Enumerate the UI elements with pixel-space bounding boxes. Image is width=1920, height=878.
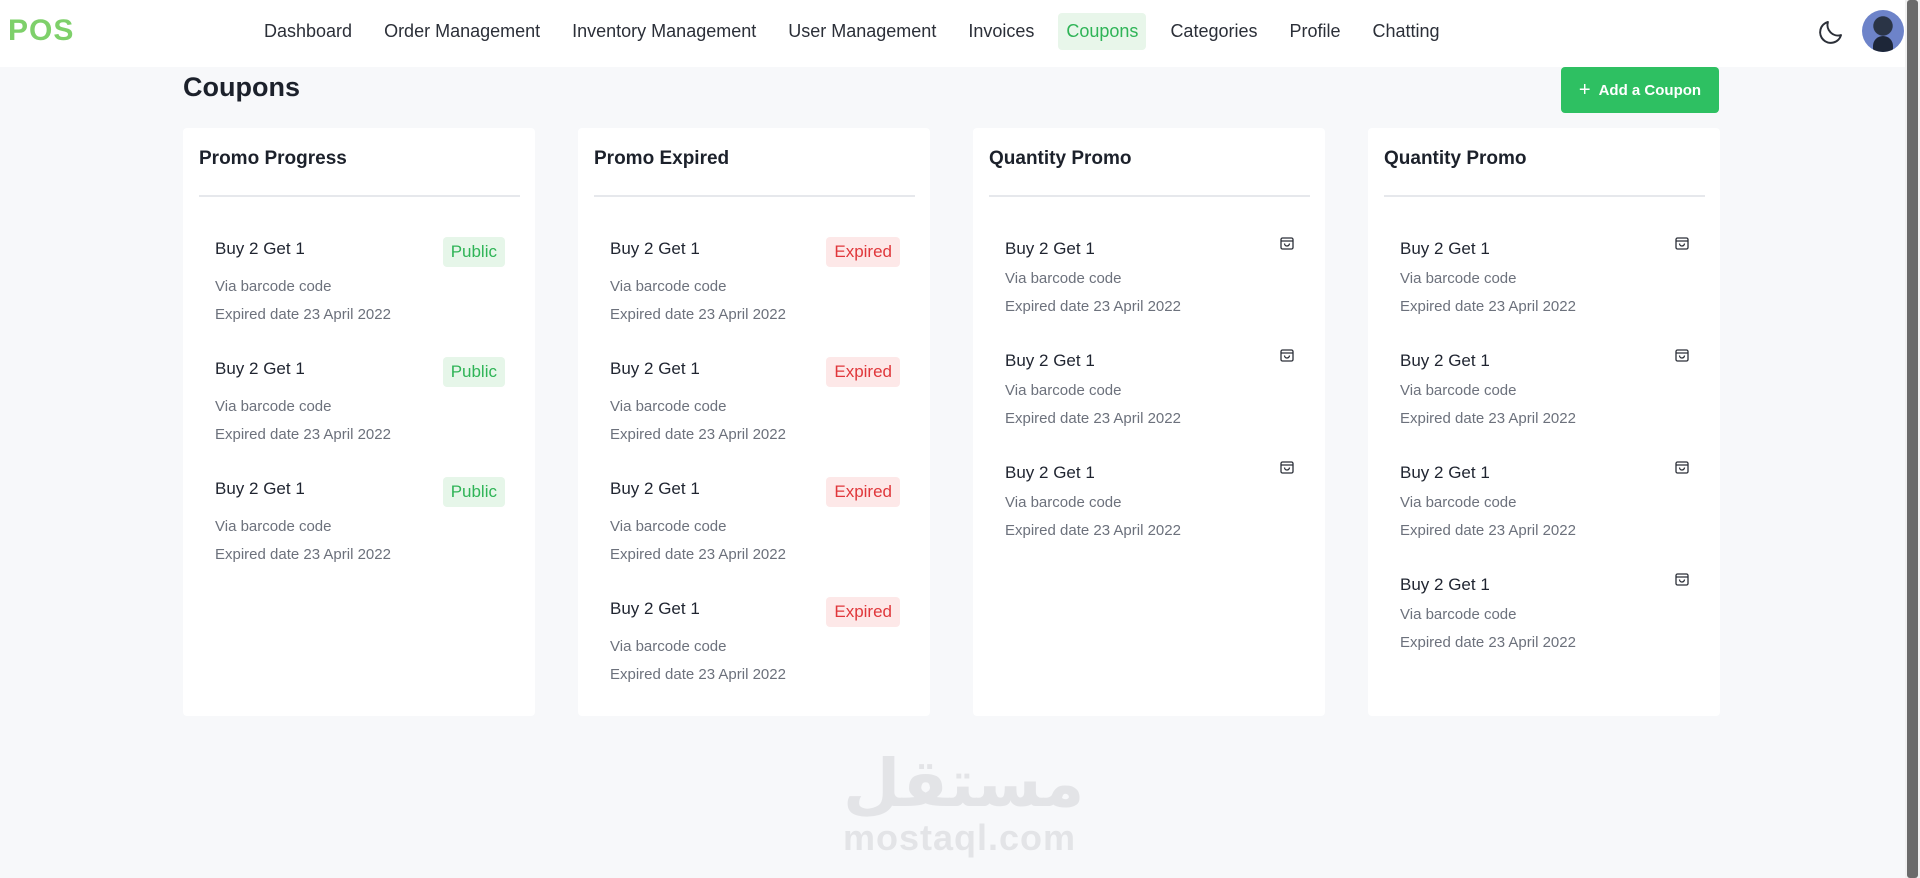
scrollbar-thumb[interactable] <box>1907 0 1918 878</box>
divider <box>199 195 520 197</box>
status-badge: Expired <box>826 237 900 267</box>
nav-item-inventory-management[interactable]: Inventory Management <box>564 13 764 50</box>
coupon-method: Via barcode code <box>610 398 727 415</box>
coupon-expiry: Expired date 23 April 2022 <box>1005 298 1181 315</box>
coupon-method: Via barcode code <box>1005 494 1122 511</box>
coupon-method: Via barcode code <box>215 278 332 295</box>
coupon-expiry: Expired date 23 April 2022 <box>610 546 786 563</box>
coupon-card-quantity-promo: Quantity Promo Buy 2 Get 1 Via barcode c… <box>973 128 1325 716</box>
page-title: Coupons <box>183 72 300 102</box>
shopping-bag-icon[interactable] <box>1279 459 1295 475</box>
coupon-method: Via barcode code <box>215 518 332 535</box>
coupon-card-promo-expired: Promo Expired Buy 2 Get 1 Expired Via ba… <box>578 128 930 716</box>
nav-item-categories[interactable]: Categories <box>1162 13 1265 50</box>
shopping-bag-icon[interactable] <box>1674 571 1690 587</box>
coupon-method: Via barcode code <box>1400 382 1517 399</box>
coupon-expiry: Expired date 23 April 2022 <box>610 426 786 443</box>
coupon-method: Via barcode code <box>610 278 727 295</box>
coupon-card-quantity-promo-2: Quantity Promo Buy 2 Get 1 Via barcode c… <box>1368 128 1720 716</box>
coupon-name: Buy 2 Get 1 <box>1005 239 1095 258</box>
main-nav: Dashboard Order Management Inventory Man… <box>256 13 1464 50</box>
coupon-expiry: Expired date 23 April 2022 <box>1400 410 1576 427</box>
card-title: Promo Progress <box>199 148 347 169</box>
coupon-name: Buy 2 Get 1 <box>610 239 700 258</box>
plus-icon: + <box>1578 79 1591 101</box>
coupon-expiry: Expired date 23 April 2022 <box>215 546 391 563</box>
nav-item-coupons[interactable]: Coupons <box>1058 13 1147 50</box>
moon-icon[interactable] <box>1816 17 1846 47</box>
coupon-method: Via barcode code <box>215 398 332 415</box>
coupon-expiry: Expired date 23 April 2022 <box>215 306 391 323</box>
coupon-name: Buy 2 Get 1 <box>610 359 700 378</box>
coupon-method: Via barcode code <box>1400 270 1517 287</box>
page-scrollbar[interactable] <box>1905 0 1920 878</box>
coupon-method: Via barcode code <box>1005 270 1122 287</box>
coupon-method: Via barcode code <box>1400 494 1517 511</box>
nav-item-chatting[interactable]: Chatting <box>1365 13 1448 50</box>
coupon-name: Buy 2 Get 1 <box>1400 575 1490 594</box>
nav-item-dashboard[interactable]: Dashboard <box>256 13 360 50</box>
shopping-bag-icon[interactable] <box>1674 235 1690 251</box>
coupon-name: Buy 2 Get 1 <box>1400 239 1490 258</box>
coupon-name: Buy 2 Get 1 <box>1400 351 1490 370</box>
shopping-bag-icon[interactable] <box>1279 235 1295 251</box>
status-badge: Public <box>442 237 505 267</box>
add-coupon-label: Add a Coupon <box>1598 81 1702 99</box>
coupon-method: Via barcode code <box>610 518 727 535</box>
coupon-method: Via barcode code <box>1005 382 1122 399</box>
coupon-name: Buy 2 Get 1 <box>610 599 700 618</box>
coupon-card-promo-progress: Promo Progress Buy 2 Get 1 Public Via ba… <box>183 128 535 716</box>
status-badge: Expired <box>826 477 900 507</box>
coupon-expiry: Expired date 23 April 2022 <box>1005 522 1181 539</box>
status-badge: Expired <box>826 597 900 627</box>
coupon-name: Buy 2 Get 1 <box>215 479 305 498</box>
watermark-arabic: مستقل <box>843 745 1085 822</box>
coupon-name: Buy 2 Get 1 <box>215 359 305 378</box>
coupon-name: Buy 2 Get 1 <box>215 239 305 258</box>
nav-item-user-management[interactable]: User Management <box>780 13 944 50</box>
shopping-bag-icon[interactable] <box>1674 459 1690 475</box>
status-badge: Public <box>442 357 505 387</box>
coupon-expiry: Expired date 23 April 2022 <box>215 426 391 443</box>
user-avatar[interactable] <box>1862 10 1904 52</box>
watermark: مستقل mostaql.com <box>843 745 1085 858</box>
shopping-bag-icon[interactable] <box>1674 347 1690 363</box>
card-title: Quantity Promo <box>989 148 1132 169</box>
coupon-name: Buy 2 Get 1 <box>610 479 700 498</box>
shopping-bag-icon[interactable] <box>1279 347 1295 363</box>
card-title: Quantity Promo <box>1384 148 1527 169</box>
divider <box>989 195 1310 197</box>
coupon-expiry: Expired date 23 April 2022 <box>1005 410 1181 427</box>
nav-item-profile[interactable]: Profile <box>1281 13 1348 50</box>
status-badge: Public <box>442 477 505 507</box>
coupon-name: Buy 2 Get 1 <box>1005 351 1095 370</box>
top-navbar: POS Dashboard Order Management Inventory… <box>0 0 1905 67</box>
coupon-method: Via barcode code <box>1400 606 1517 623</box>
nav-item-invoices[interactable]: Invoices <box>960 13 1042 50</box>
watermark-latin: mostaql.com <box>843 817 1077 858</box>
nav-item-order-management[interactable]: Order Management <box>376 13 548 50</box>
coupon-expiry: Expired date 23 April 2022 <box>1400 522 1576 539</box>
coupon-name: Buy 2 Get 1 <box>1400 463 1490 482</box>
coupon-expiry: Expired date 23 April 2022 <box>610 666 786 683</box>
card-title: Promo Expired <box>594 148 730 169</box>
divider <box>1384 195 1705 197</box>
coupon-name: Buy 2 Get 1 <box>1005 463 1095 482</box>
coupon-expiry: Expired date 23 April 2022 <box>1400 298 1576 315</box>
coupon-expiry: Expired date 23 April 2022 <box>1400 634 1576 651</box>
coupon-method: Via barcode code <box>610 638 727 655</box>
status-badge: Expired <box>826 357 900 387</box>
app-logo[interactable]: POS <box>8 14 74 48</box>
add-coupon-button[interactable]: + Add a Coupon <box>1561 67 1719 113</box>
divider <box>594 195 915 197</box>
coupon-expiry: Expired date 23 April 2022 <box>610 306 786 323</box>
